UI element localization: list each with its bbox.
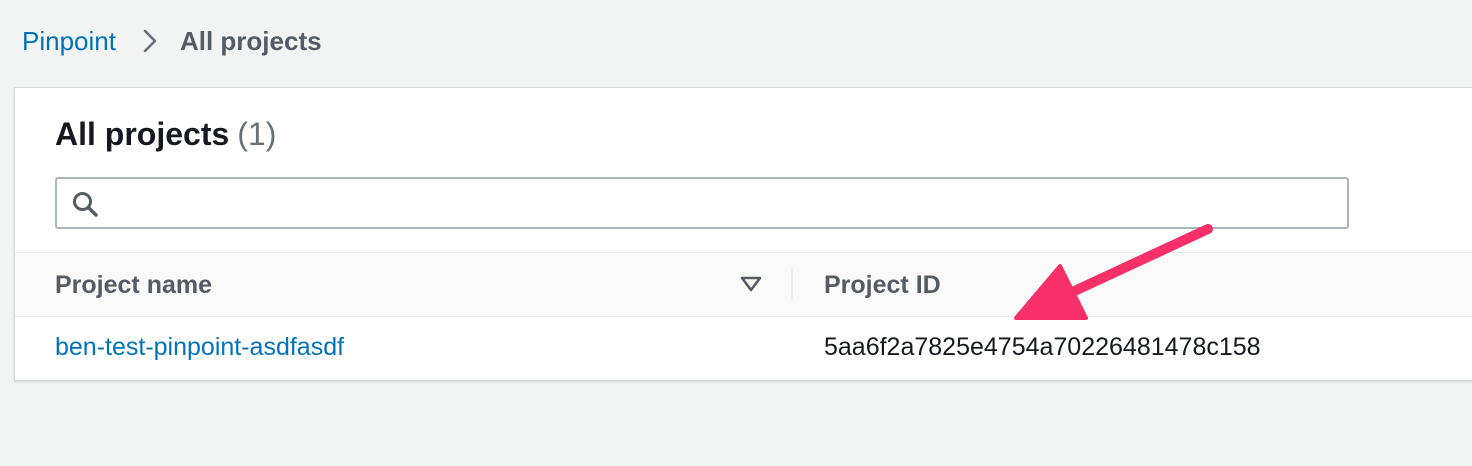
panel-title: All projects (1) [55,116,276,153]
panel-title-text: All projects [55,116,230,152]
breadcrumb: Pinpoint All projects [22,22,322,60]
column-divider[interactable] [791,269,793,299]
column-header-project-id[interactable]: Project ID [824,271,941,300]
search-box[interactable] [55,177,1349,229]
sort-down-icon[interactable] [738,273,764,295]
column-header-project-name[interactable]: Project name [55,271,212,300]
search-icon [73,192,98,217]
project-id-value: 5aa6f2a7825e4754a70226481478c158 [824,333,1261,361]
search-input[interactable] [113,179,1337,229]
breadcrumb-current: All projects [179,25,322,56]
project-count: (1) [237,116,277,152]
breadcrumb-pinpoint-link[interactable]: Pinpoint [22,26,116,57]
chevron-right-icon [143,29,157,53]
project-name-link[interactable]: ben-test-pinpoint-asdfasdf [55,333,344,362]
table-row: ben-test-pinpoint-asdfasdf 5aa6f2a7825e4… [15,316,1472,380]
table-header: Project name Project ID [15,252,1472,317]
projects-panel: All projects (1) Project name Project ID … [14,87,1472,381]
